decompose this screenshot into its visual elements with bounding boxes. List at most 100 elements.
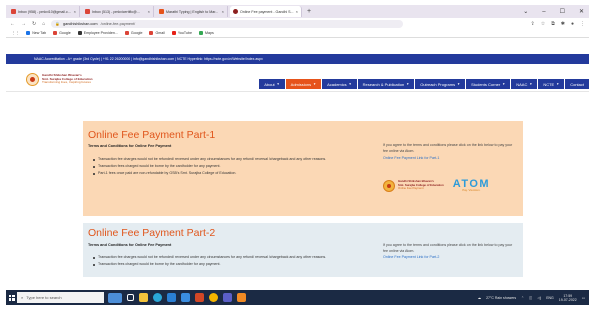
list-item: Transaction fee charges would not be ref… xyxy=(92,255,354,261)
close-tab-icon[interactable]: × xyxy=(296,9,298,14)
screen: Inbox (958) - pmkvi10@gmail.c... × Inbox… xyxy=(0,0,595,311)
extension-icon[interactable]: ⧉ xyxy=(551,21,555,27)
close-tab-icon[interactable]: × xyxy=(222,9,224,14)
menu-label: Academics xyxy=(327,81,347,87)
file-explorer-icon[interactable] xyxy=(139,293,148,302)
fee-payment-part2-panel: Online Fee Payment Part-2 Terms and Cond… xyxy=(83,223,523,277)
chevron-down-icon: ▼ xyxy=(276,82,280,86)
browser-tab[interactable]: Marathi Typing | English to Mar... × xyxy=(156,6,228,17)
menu-item-admissions[interactable]: Admissions ▼ xyxy=(285,79,322,89)
new-tab-button[interactable]: + xyxy=(307,8,311,15)
url-host: gandhishikshan.com xyxy=(62,21,98,26)
volume-icon[interactable]: ◁) xyxy=(537,296,541,300)
bookmark-item[interactable]: Google xyxy=(53,31,71,35)
notification-icon[interactable]: ▭ xyxy=(582,296,585,300)
new-tab-icon xyxy=(26,31,31,35)
back-icon[interactable]: ← xyxy=(10,21,15,27)
atom-payment-banner[interactable]: Gandhi Shikshan Bhavan's Smt. Surajba Co… xyxy=(383,176,503,195)
apps-icon[interactable]: ⋮⋮ xyxy=(12,31,19,35)
chevron-down-icon: ▼ xyxy=(348,82,352,86)
menu-item-academics[interactable]: Academics ▼ xyxy=(322,79,357,89)
menu-item-contact[interactable]: Contact xyxy=(565,79,589,89)
menu-label: Research & Publication xyxy=(362,81,405,87)
close-tab-icon[interactable]: × xyxy=(148,9,150,14)
menu-icon[interactable]: ⋮ xyxy=(580,21,585,27)
banner-text: Gandhi Shikshan Bhavan's Smt. Surajba Co… xyxy=(398,179,444,191)
minimize-icon[interactable]: – xyxy=(542,9,545,15)
pinned-apps xyxy=(127,293,246,302)
tab-title: Marathi Typing | English to Mar... xyxy=(166,9,219,14)
chevron-down-icon: ▼ xyxy=(529,82,533,86)
menu-item-ncte[interactable]: NCTE ▼ xyxy=(538,79,565,89)
menu-item-naac[interactable]: NAAC ▼ xyxy=(511,79,538,89)
system-tray: ☁ 27°C Rain showers ⌃ ◫ ◁) ENG 17:59 19-… xyxy=(478,294,589,302)
bookmark-item[interactable]: New Tab xyxy=(26,31,46,35)
weather-text[interactable]: 27°C Rain showers xyxy=(486,296,516,300)
tab-title: Online Fee payment - Gandhi S... xyxy=(240,9,294,14)
star-icon[interactable]: ☆ xyxy=(541,21,545,27)
maps-icon xyxy=(198,31,203,35)
bookmark-item[interactable]: Employee Providen... xyxy=(77,31,118,35)
tab-search-icon[interactable]: ⌄ xyxy=(523,8,528,15)
mail-icon[interactable] xyxy=(181,293,190,302)
college-logo[interactable]: Gandhi Shikshan Bhavan's Smt. Surajba Co… xyxy=(26,73,93,86)
menu-label: Students Corner xyxy=(471,81,501,87)
menu-label: NCTE xyxy=(543,81,555,87)
bookmark-label: Google xyxy=(130,31,143,35)
menu-item-outreach[interactable]: Outreach Programs ▼ xyxy=(415,79,466,89)
chevron-up-icon[interactable]: ⌃ xyxy=(521,296,524,300)
browser-tab[interactable]: Inbox (958) - pmkvi10@gmail.c... × xyxy=(8,6,80,17)
bookmark-label: Gmail xyxy=(155,31,165,35)
address-bar[interactable]: 🔒 gandhishikshan.com /online-fee-payment… xyxy=(51,19,404,28)
bookmark-item[interactable]: Maps xyxy=(198,31,214,35)
maximize-icon[interactable]: ☐ xyxy=(560,8,565,15)
weather-widget-icon[interactable] xyxy=(108,292,122,303)
bookmark-item[interactable]: Google xyxy=(124,31,143,35)
menu-item-students[interactable]: Students Corner ▼ xyxy=(466,79,511,89)
edge-icon[interactable] xyxy=(153,293,162,302)
logo-line: Transforming lives, Inspiring futures xyxy=(42,80,91,85)
bookmark-label: New Tab xyxy=(32,31,47,35)
menu-item-about[interactable]: About ▼ xyxy=(259,79,285,89)
taskbar-search[interactable]: ⌕ Type here to search xyxy=(17,292,104,303)
vlc-icon[interactable] xyxy=(237,293,246,302)
reload-icon[interactable]: ↻ xyxy=(32,21,36,27)
payment-link-part1[interactable]: Online Fee Payment Link for Part-1 xyxy=(383,156,439,160)
start-button[interactable] xyxy=(6,290,17,305)
menu-label: About xyxy=(264,81,275,87)
bookmark-item[interactable]: YouTube xyxy=(171,31,192,35)
clock[interactable]: 17:59 19-07-2022 xyxy=(559,294,577,302)
site-info-strip: NAAC Accreditation - A+ grade (3rd Cycle… xyxy=(6,54,589,64)
menu-label: Contact xyxy=(570,81,584,87)
browser-tab[interactable]: Inbox (513) - pmkvicertific@... × xyxy=(82,6,154,17)
chrome-icon[interactable] xyxy=(209,293,218,302)
main-menu: About ▼ Admissions ▼ Academics ▼ Research &… xyxy=(259,79,589,89)
puzzle-icon[interactable]: ✱ xyxy=(561,21,565,27)
menu-label: NAAC xyxy=(516,81,528,87)
chevron-down-icon: ▼ xyxy=(406,82,410,86)
language-indicator[interactable]: ENG xyxy=(546,296,554,300)
atom-logo: ATOM Pay. Via Atom. xyxy=(453,178,490,192)
close-window-icon[interactable]: ✕ xyxy=(579,8,584,15)
menu-item-research[interactable]: Research & Publication ▼ xyxy=(357,79,415,89)
home-icon[interactable]: ⌂ xyxy=(42,21,45,27)
task-view-icon[interactable] xyxy=(127,294,134,301)
forward-icon[interactable]: → xyxy=(21,21,26,27)
bookmark-label: Employee Providen... xyxy=(83,31,118,35)
close-tab-icon[interactable]: × xyxy=(74,9,76,14)
teams-icon[interactable] xyxy=(223,293,232,302)
taskbar: ⌕ Type here to search ☁ 27°C Rain shower… xyxy=(6,290,589,305)
weather-cloud-icon: ☁ xyxy=(477,295,482,300)
network-icon[interactable]: ◫ xyxy=(529,296,532,300)
share-icon[interactable]: ⇪ xyxy=(531,21,535,27)
browser-tab-active[interactable]: Online Fee payment - Gandhi S... × xyxy=(230,6,302,17)
store-icon[interactable] xyxy=(167,293,176,302)
bookmark-item[interactable]: Gmail xyxy=(149,31,165,35)
fee-payment-part1-panel: Online Fee Payment Part-1 Terms and Cond… xyxy=(83,121,523,216)
powerpoint-icon[interactable] xyxy=(195,293,204,302)
clock-date: 19-07-2022 xyxy=(558,297,577,302)
profile-icon[interactable]: ● xyxy=(571,21,574,27)
payment-link-part2[interactable]: Online Fee Payment Link for Part-2 xyxy=(383,255,439,259)
browser-tab-bar: Inbox (958) - pmkvi10@gmail.c... × Inbox… xyxy=(6,5,589,18)
gmail-icon xyxy=(11,9,16,14)
